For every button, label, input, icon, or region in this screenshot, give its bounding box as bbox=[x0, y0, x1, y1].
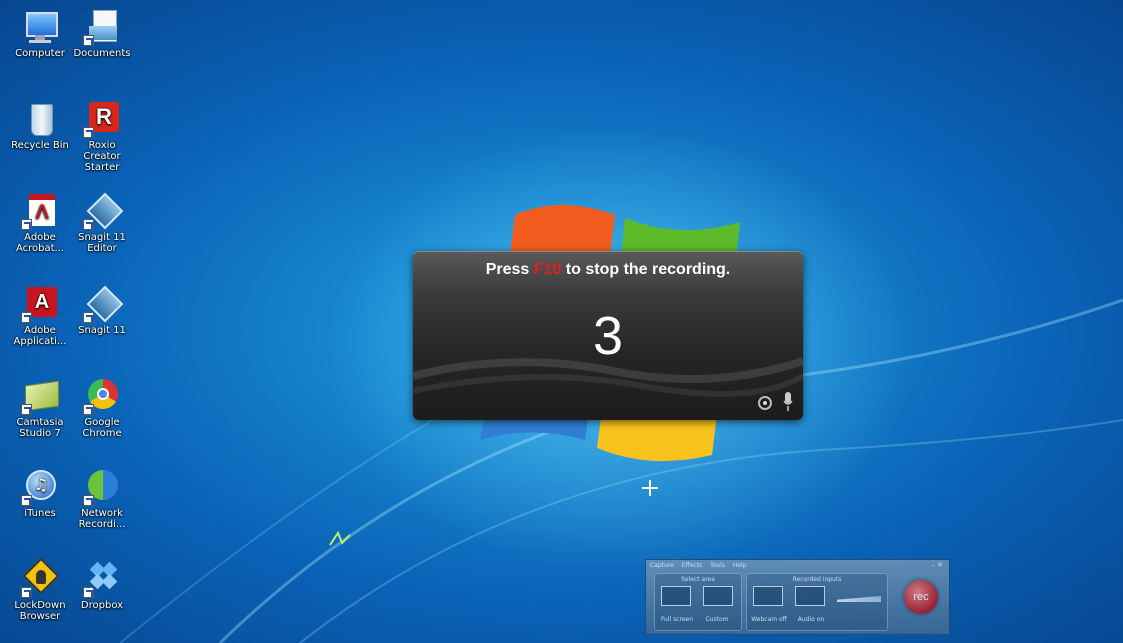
icon-label: Dropbox bbox=[80, 600, 124, 611]
select-area-panel: Select area Full screen Custom bbox=[654, 573, 742, 631]
message-text: Press bbox=[485, 261, 534, 278]
desktop-icon-lockdown-browser[interactable]: LockDown Browser bbox=[8, 557, 72, 622]
message-text: to stop the recording. bbox=[561, 261, 731, 278]
snagit-icon bbox=[83, 285, 124, 323]
desktop-icon-recycle-bin[interactable]: Recycle Bin bbox=[8, 100, 72, 151]
desktop-icon-dropbox[interactable]: Dropbox bbox=[70, 560, 134, 611]
menu-capture[interactable]: Capture bbox=[650, 562, 674, 569]
desktop-icon-acrobat[interactable]: ᐱ Adobe Acrobat... bbox=[8, 192, 72, 254]
stop-recording-message: Press F10 to stop the recording. bbox=[413, 261, 803, 279]
recorder-menubar: Capture Effects Tools Help bbox=[650, 562, 753, 569]
desktop-icon-chrome[interactable]: Google Chrome bbox=[70, 377, 134, 439]
custom-label: Custom bbox=[705, 616, 729, 623]
icon-label: Roxio Creator Starter bbox=[83, 140, 121, 173]
dropbox-icon bbox=[83, 560, 121, 598]
icon-label: Adobe Acrobat... bbox=[15, 232, 65, 254]
panel-title: Select area bbox=[681, 576, 715, 583]
menu-tools[interactable]: Tools bbox=[710, 562, 725, 569]
rec-button[interactable]: rec bbox=[904, 580, 938, 614]
icon-label: Documents bbox=[73, 48, 131, 59]
desktop-icon-snagit[interactable]: Snagit 11 bbox=[70, 285, 134, 336]
desktop-icon-camtasia[interactable]: Camtasia Studio 7 bbox=[8, 377, 72, 439]
acrobat-icon: ᐱ bbox=[21, 192, 59, 230]
desktop-icon-computer[interactable]: Computer bbox=[8, 8, 72, 59]
camtasia-icon bbox=[21, 377, 59, 415]
desktop-icon-snagit-editor[interactable]: Snagit 11 Editor bbox=[70, 192, 134, 254]
audio-label: Audio on bbox=[797, 616, 825, 623]
network-recorder-icon bbox=[83, 468, 121, 506]
snagit-editor-icon bbox=[83, 192, 124, 230]
webcam-indicator-icon bbox=[758, 396, 772, 410]
computer-icon bbox=[21, 8, 59, 46]
itunes-icon: ♫ bbox=[21, 468, 59, 506]
icon-label: Camtasia Studio 7 bbox=[16, 417, 64, 439]
desktop-icons: Computer Documents Recycle Bin R Roxio C… bbox=[0, 0, 150, 643]
webcam-label: Webcam off bbox=[751, 616, 787, 623]
adobe-app-icon: A bbox=[21, 285, 59, 323]
icon-label: Snagit 11 bbox=[78, 325, 126, 336]
recorder-toolbar: Capture Effects Tools Help – ✕ Select ar… bbox=[645, 559, 950, 635]
icon-label: Recycle Bin bbox=[11, 140, 69, 151]
chrome-icon bbox=[83, 377, 121, 415]
custom-area-button[interactable] bbox=[703, 586, 733, 606]
icon-label: Computer bbox=[15, 48, 65, 59]
desktop-icon-itunes[interactable]: ♫ iTunes bbox=[8, 468, 72, 519]
recorded-inputs-panel: Recorded inputs Webcam off Audio on bbox=[746, 573, 888, 631]
icon-label: Adobe Applicati... bbox=[13, 325, 67, 347]
lockdown-icon bbox=[21, 557, 60, 598]
audio-toggle-button[interactable] bbox=[795, 586, 825, 606]
microphone-icon bbox=[783, 392, 793, 411]
menu-effects[interactable]: Effects bbox=[682, 562, 702, 569]
icon-label: Google Chrome bbox=[82, 417, 122, 439]
desktop-icon-roxio[interactable]: R Roxio Creator Starter bbox=[70, 100, 134, 173]
icon-label: Network Recordi... bbox=[78, 508, 126, 530]
webcam-toggle-button[interactable] bbox=[753, 586, 783, 606]
recording-countdown-overlay: Press F10 to stop the recording. 3 bbox=[413, 251, 803, 420]
panel-title: Recorded inputs bbox=[792, 576, 842, 583]
roxio-icon: R bbox=[83, 100, 121, 138]
recycle-bin-icon bbox=[21, 100, 59, 138]
full-screen-button[interactable] bbox=[661, 586, 691, 606]
documents-icon bbox=[83, 8, 121, 46]
desktop-icon-network-recorder[interactable]: Network Recordi... bbox=[70, 468, 134, 530]
menu-help[interactable]: Help bbox=[733, 562, 747, 569]
icon-label: Snagit 11 Editor bbox=[78, 232, 126, 254]
full-screen-label: Full screen bbox=[660, 616, 694, 623]
icon-label: iTunes bbox=[24, 508, 56, 519]
desktop-icon-adobe-applications[interactable]: A Adobe Applicati... bbox=[8, 285, 72, 347]
audio-level-slider[interactable] bbox=[837, 596, 881, 602]
hotkey-label: F10 bbox=[533, 261, 562, 278]
window-controls[interactable]: – ✕ bbox=[931, 561, 943, 569]
desktop-icon-documents[interactable]: Documents bbox=[70, 8, 134, 59]
overlay-wave-decoration bbox=[413, 357, 803, 397]
icon-label: LockDown Browser bbox=[14, 600, 66, 622]
